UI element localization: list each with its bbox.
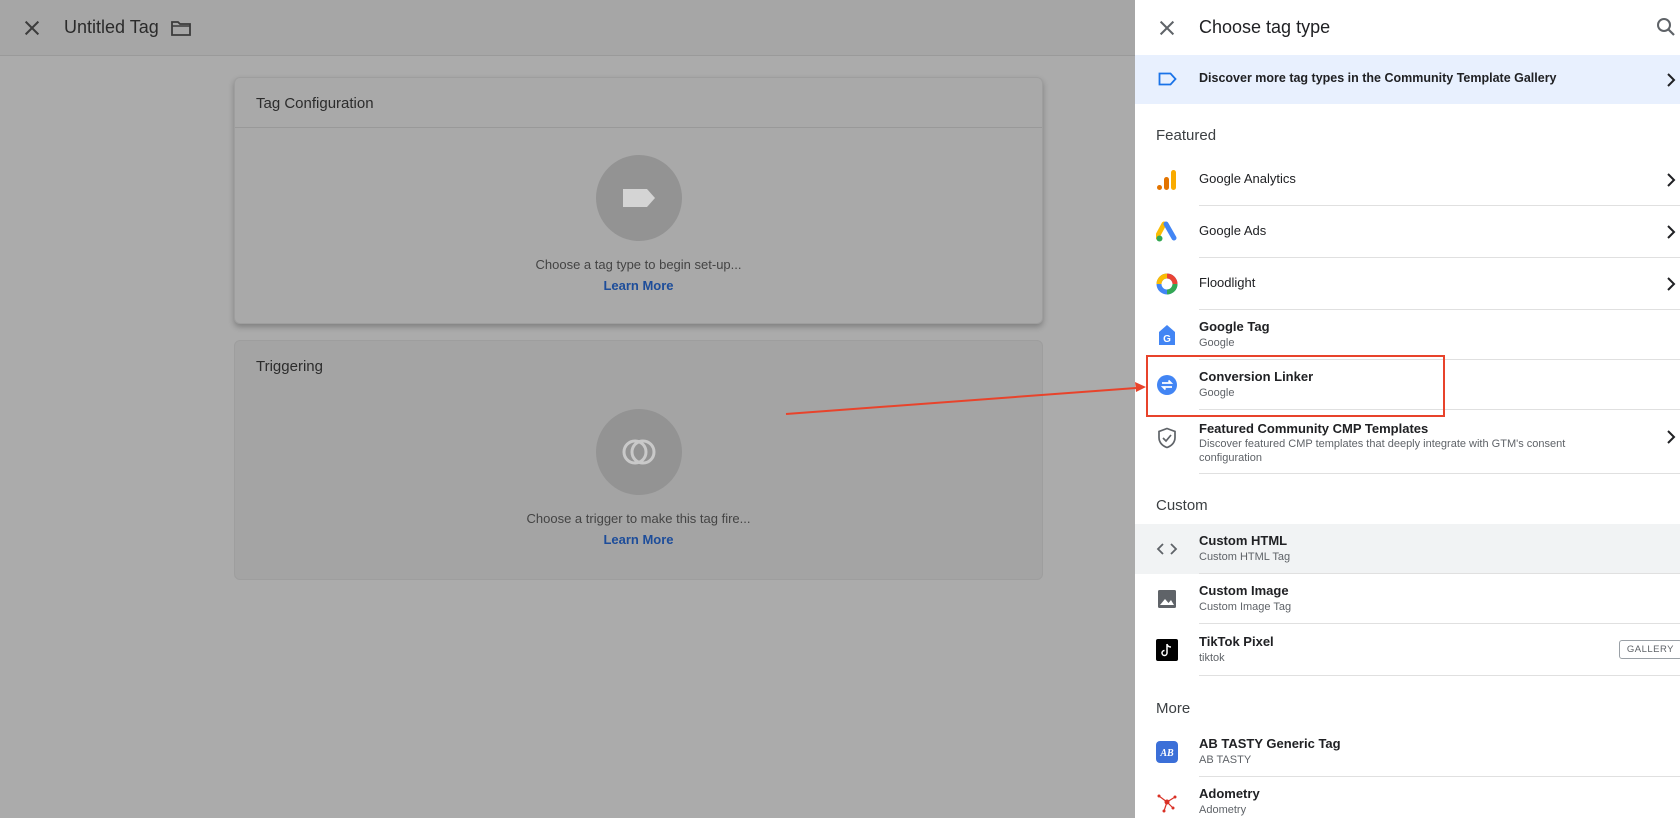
- card-title: Triggering: [256, 358, 323, 375]
- search-icon[interactable]: [1656, 17, 1676, 37]
- tag-type-custom-image[interactable]: Custom Image Custom Image Tag: [1135, 574, 1680, 624]
- item-sub: Custom HTML Tag: [1199, 551, 1291, 563]
- google-tag-icon: G: [1159, 325, 1175, 345]
- choose-tag-type-panel: Choose tag type Discover more tag types …: [1135, 0, 1680, 818]
- item-sub: Custom Image Tag: [1199, 601, 1292, 613]
- item-name: Google Tag: [1199, 319, 1270, 334]
- google-analytics-icon: [1157, 170, 1176, 190]
- community-gallery-banner[interactable]: Discover more tag types in the Community…: [1135, 55, 1680, 104]
- item-name: TikTok Pixel: [1199, 634, 1274, 649]
- tiktok-icon: [1156, 639, 1178, 661]
- tag-type-google-analytics[interactable]: Google Analytics: [1135, 154, 1680, 206]
- tag-type-featured-cmp-templates[interactable]: Featured Community CMP Templates Discove…: [1135, 410, 1680, 474]
- ab-tasty-icon: AB: [1156, 741, 1178, 763]
- learn-more-link[interactable]: Learn More: [235, 278, 1042, 293]
- triggering-card[interactable]: Triggering Choose a trigger to make this…: [234, 340, 1043, 580]
- section-more: More: [1156, 700, 1191, 717]
- divider: [1199, 473, 1680, 474]
- folder-icon[interactable]: [170, 20, 191, 36]
- tag-type-adometry[interactable]: Adometry Adometry: [1135, 777, 1680, 818]
- conversion-linker-icon: [1157, 375, 1177, 395]
- google-ads-icon: [1156, 221, 1177, 242]
- item-sub: AB TASTY: [1199, 754, 1252, 766]
- item-name: Google Analytics: [1199, 171, 1296, 186]
- chevron-right-icon: [1667, 277, 1676, 291]
- tag-placeholder-icon: [596, 155, 682, 241]
- divider: [1199, 675, 1680, 676]
- svg-text:G: G: [1163, 334, 1171, 345]
- tag-type-conversion-linker[interactable]: Conversion Linker Google: [1135, 360, 1680, 410]
- card-hint: Choose a trigger to make this tag fire..…: [526, 511, 751, 526]
- gallery-badge: GALLERY: [1618, 640, 1680, 659]
- close-panel-icon[interactable]: [1158, 19, 1176, 37]
- svg-text:AB: AB: [1159, 748, 1174, 759]
- adometry-icon: [1157, 794, 1177, 813]
- panel-title: Choose tag type: [1199, 17, 1331, 37]
- item-sub: Google: [1199, 337, 1235, 349]
- panel-header: Choose tag type: [1135, 0, 1680, 55]
- learn-more-link[interactable]: Learn More: [235, 532, 1042, 547]
- item-name: Custom HTML: [1199, 533, 1288, 548]
- floodlight-icon: [1156, 273, 1178, 295]
- tag-title[interactable]: Untitled Tag: [64, 17, 159, 38]
- chevron-right-icon: [1667, 73, 1676, 87]
- tag-outline-icon: [1158, 72, 1177, 86]
- section-featured: Featured: [1156, 127, 1217, 144]
- tag-type-ab-tasty[interactable]: AB AB TASTY Generic Tag AB TASTY: [1135, 727, 1680, 777]
- editor-header: Untitled Tag: [0, 0, 1135, 56]
- shield-check-icon: [1158, 427, 1176, 449]
- trigger-placeholder-icon: [596, 409, 682, 495]
- item-name: Floodlight: [1199, 275, 1256, 290]
- tag-type-tiktok-pixel[interactable]: TikTok Pixel tiktok GALLERY: [1135, 624, 1680, 676]
- chevron-right-icon: [1667, 225, 1676, 239]
- section-custom: Custom: [1156, 497, 1208, 514]
- chevron-right-icon: [1667, 173, 1676, 187]
- item-sub: Adometry: [1199, 804, 1247, 816]
- code-icon: [1156, 543, 1178, 555]
- item-name: Adometry: [1199, 786, 1260, 801]
- item-name: Featured Community CMP Templates: [1199, 421, 1429, 436]
- tag-type-floodlight[interactable]: Floodlight: [1135, 258, 1680, 310]
- item-name: Custom Image: [1199, 583, 1289, 598]
- tag-type-custom-html[interactable]: Custom HTML Custom HTML Tag: [1135, 524, 1680, 574]
- item-sub: tiktok: [1199, 652, 1225, 664]
- card-title: Tag Configuration: [235, 78, 1042, 128]
- card-hint: Choose a tag type to begin set-up...: [535, 257, 742, 272]
- item-description: Discover featured CMP templates that dee…: [1199, 438, 1566, 464]
- gallery-banner-text: Discover more tag types in the Community…: [1199, 71, 1557, 85]
- item-sub: Google: [1199, 387, 1235, 399]
- close-editor-icon[interactable]: [22, 18, 42, 38]
- item-name: AB TASTY Generic Tag: [1199, 736, 1341, 751]
- item-name: Google Ads: [1199, 223, 1267, 238]
- image-icon: [1158, 590, 1176, 608]
- tag-type-google-tag[interactable]: G Google Tag Google: [1135, 310, 1680, 360]
- chevron-right-icon: [1667, 430, 1676, 444]
- item-name: Conversion Linker: [1199, 369, 1314, 384]
- tag-type-google-ads[interactable]: Google Ads: [1135, 206, 1680, 258]
- tag-configuration-card[interactable]: Tag Configuration Choose a tag type to b…: [234, 77, 1043, 324]
